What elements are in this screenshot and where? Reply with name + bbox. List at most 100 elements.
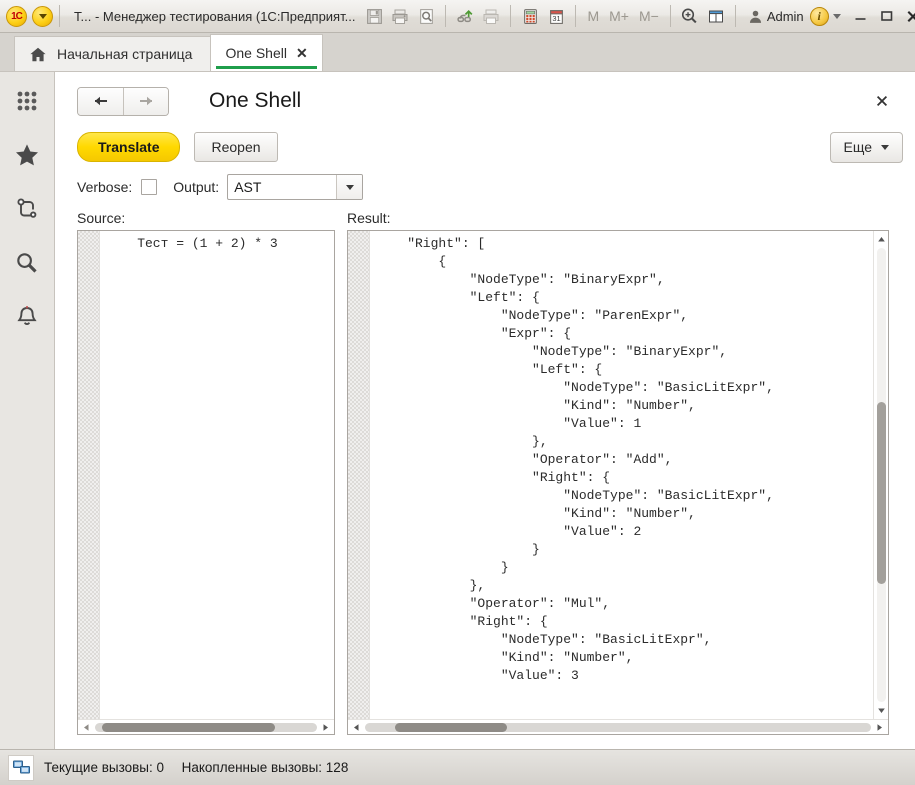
memory-m-minus-button[interactable]: M−	[634, 4, 664, 28]
more-menu-button[interactable]: Еще	[829, 131, 903, 163]
reopen-button[interactable]: Reopen	[194, 132, 278, 162]
scroll-left-icon[interactable]	[350, 721, 363, 734]
grid-dots-icon	[17, 91, 37, 111]
form-content: One Shell Translate Reopen Еще Verbose:	[55, 71, 915, 749]
result-vscroll-thumb[interactable]	[876, 402, 886, 584]
body-row: One Shell Translate Reopen Еще Verbose:	[0, 71, 915, 749]
source-hscroll-track[interactable]	[95, 722, 317, 732]
star-icon	[16, 144, 38, 166]
dropdown-arrow-icon	[38, 13, 47, 19]
result-label: Result:	[347, 210, 391, 226]
tab-strip: Начальная страница One Shell ✕	[0, 33, 915, 71]
form-close-button[interactable]	[865, 86, 899, 116]
result-code-text[interactable]: "Right": [ { "NodeType": "BinaryExpr", "…	[370, 231, 873, 719]
arrow-left-icon	[94, 96, 107, 106]
output-format-select[interactable]: AST	[227, 174, 364, 200]
result-vscroll-track[interactable]	[876, 248, 886, 702]
window-title: Т... - Менеджер тестирования (1С:Предпри…	[74, 8, 356, 24]
result-gutter	[348, 231, 370, 719]
home-icon	[30, 47, 46, 61]
result-vertical-scrollbar[interactable]	[873, 231, 888, 719]
editor-panes: Source: Тест = (1 + 2) * 3 Result: "Righ…	[55, 208, 915, 735]
title-bar: 1C Т... - Менеджер тестирования (1С:Пред…	[0, 0, 915, 33]
tab-home-page[interactable]: Начальная страница	[14, 36, 212, 71]
result-pane: Result: "Right": [ { "NodeType": "Binary…	[347, 210, 889, 735]
scroll-right-icon[interactable]	[319, 721, 332, 734]
calculator-icon[interactable]	[517, 4, 543, 28]
link-node-icon	[17, 198, 37, 218]
toolbar-separator	[59, 5, 60, 27]
source-label: Source:	[77, 210, 126, 226]
scroll-up-icon[interactable]	[875, 233, 888, 246]
close-icon	[876, 95, 888, 107]
total-calls-label: Накопленные вызовы:	[181, 760, 323, 775]
arrow-right-icon	[140, 96, 152, 106]
svg-text:31: 31	[552, 14, 560, 23]
sidebar-item-links[interactable]	[7, 192, 47, 226]
title-bar-toolbar: 31 M M+ M−	[361, 4, 741, 28]
tab-one-shell[interactable]: One Shell ✕	[210, 34, 323, 71]
source-hscroll-thumb[interactable]	[101, 722, 275, 732]
tab-home-label: Начальная страница	[57, 46, 193, 62]
status-text: Текущие вызовы: 0 Накопленные вызовы: 12…	[44, 760, 348, 775]
search-icon	[17, 253, 37, 273]
scroll-down-icon[interactable]	[875, 704, 888, 717]
result-editor[interactable]: "Right": [ { "NodeType": "BinaryExpr", "…	[347, 230, 889, 735]
result-editor-body: "Right": [ { "NodeType": "BinaryExpr", "…	[348, 231, 888, 719]
scroll-left-icon[interactable]	[80, 721, 93, 734]
user-menu[interactable]: Admin	[742, 9, 810, 24]
calendar-icon[interactable]: 31	[543, 4, 569, 28]
result-hscroll-track[interactable]	[365, 722, 871, 732]
panels-icon[interactable]	[703, 4, 729, 28]
minimize-button[interactable]	[848, 4, 874, 28]
app-logo-text: 1C	[11, 10, 23, 22]
panes-bottom-padding	[55, 735, 915, 749]
source-editor[interactable]: Тест = (1 + 2) * 3	[77, 230, 335, 735]
sidebar-item-functions[interactable]	[7, 84, 47, 118]
chevron-down-icon[interactable]	[832, 13, 841, 19]
back-button[interactable]	[78, 87, 123, 115]
info-icon[interactable]: i	[809, 6, 829, 26]
toolbar-separator	[445, 5, 447, 27]
toolbar-separator	[575, 5, 577, 27]
output-label: Output:	[173, 179, 220, 195]
sidebar-item-notifications[interactable]	[7, 300, 47, 334]
network-computers-icon[interactable]	[8, 754, 34, 781]
source-code-text[interactable]: Тест = (1 + 2) * 3	[100, 231, 334, 719]
print-icon[interactable]	[387, 4, 413, 28]
page-title: One Shell	[209, 89, 302, 112]
memory-m-button[interactable]: M	[582, 4, 604, 28]
forward-button[interactable]	[123, 87, 168, 115]
chevron-down-icon	[345, 184, 354, 190]
print-preview-icon[interactable]	[413, 4, 439, 28]
sidebar-item-favorites[interactable]	[7, 138, 47, 172]
current-calls-value: 0	[156, 760, 165, 775]
current-calls-label: Текущие вызовы:	[44, 760, 153, 775]
link-icon[interactable]	[452, 4, 478, 28]
app-logo-icon: 1C	[6, 5, 27, 27]
source-pane: Source: Тест = (1 + 2) * 3	[77, 210, 335, 735]
maximize-button[interactable]	[874, 4, 900, 28]
source-editor-body: Тест = (1 + 2) * 3	[78, 231, 334, 719]
tab-close-icon[interactable]: ✕	[296, 46, 308, 60]
toolbar-separator	[510, 5, 512, 27]
printer-disabled-icon[interactable]	[478, 4, 504, 28]
options-row: Verbose: Output: AST	[55, 168, 915, 208]
save-icon[interactable]	[361, 4, 387, 28]
output-format-dropdown-button[interactable]	[336, 175, 363, 199]
scroll-right-icon[interactable]	[873, 721, 886, 734]
result-hscroll-thumb[interactable]	[395, 722, 507, 732]
sidebar-item-search[interactable]	[7, 246, 47, 280]
source-horizontal-scrollbar[interactable]	[78, 719, 334, 734]
total-calls-value: 128	[325, 760, 349, 775]
magnifier-plus-icon[interactable]	[677, 4, 703, 28]
main-menu-dropdown-button[interactable]	[32, 5, 53, 27]
translate-button[interactable]: Translate	[77, 132, 181, 162]
memory-m-plus-button[interactable]: M+	[604, 4, 634, 28]
command-bar: Translate Reopen Еще	[55, 126, 915, 168]
navigation-button-group	[77, 86, 169, 116]
verbose-checkbox[interactable]	[141, 179, 158, 195]
close-button[interactable]	[900, 4, 915, 28]
tab-one-shell-label: One Shell	[225, 45, 287, 61]
result-horizontal-scrollbar[interactable]	[348, 719, 888, 734]
